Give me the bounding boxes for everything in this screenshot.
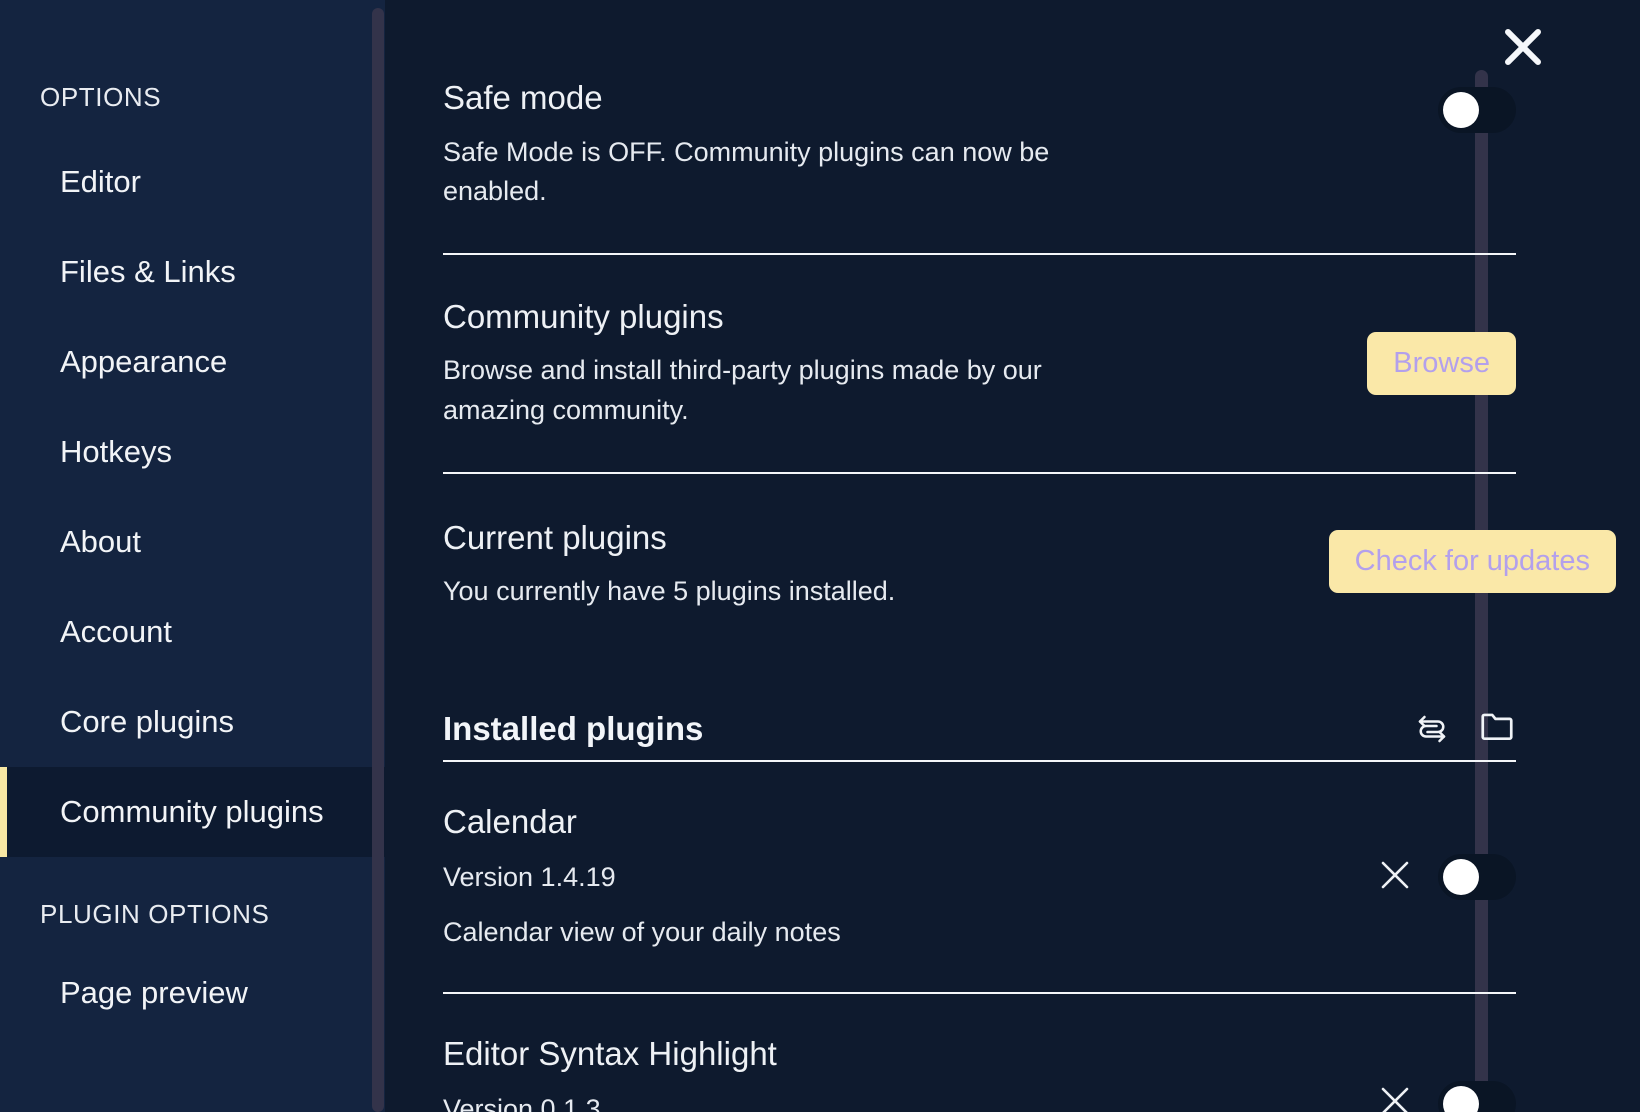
plugin-info: Calendar Version 1.4.19 Calendar view of… xyxy=(443,802,841,952)
plugin-name: Calendar xyxy=(443,802,841,842)
sidebar-item-about[interactable]: About xyxy=(0,497,385,587)
toggle-knob xyxy=(1443,859,1479,895)
plugin-info: Editor Syntax Highlight Version 0.1.3 xyxy=(443,1034,777,1112)
sidebar-item-label: Appearance xyxy=(60,344,227,380)
plugin-version: Version 1.4.19 xyxy=(443,858,841,897)
community-plugins-description: Browse and install third-party plugins m… xyxy=(443,351,1123,429)
setting-row-current-plugins: Current plugins You currently have 5 plu… xyxy=(443,518,1640,612)
installed-plugins-title: Installed plugins xyxy=(443,710,703,748)
sidebar-item-core-plugins[interactable]: Core plugins xyxy=(0,677,385,767)
sidebar-item-label: Community plugins xyxy=(60,794,324,830)
toggle-knob xyxy=(1443,1086,1479,1112)
installed-plugins-header: Installed plugins xyxy=(443,707,1640,750)
plugin-controls xyxy=(1378,854,1516,900)
plugin-controls xyxy=(1378,1081,1516,1112)
current-plugins-title: Current plugins xyxy=(443,518,895,558)
close-x-icon[interactable] xyxy=(1378,858,1412,897)
settings-content: Safe mode Safe Mode is OFF. Community pl… xyxy=(385,0,1640,1112)
setting-row-community-plugins: Community plugins Browse and install thi… xyxy=(443,297,1640,430)
sidebar-item-account[interactable]: Account xyxy=(0,587,385,677)
installed-plugins-actions xyxy=(1414,707,1516,750)
current-plugins-text: Current plugins You currently have 5 plu… xyxy=(443,518,895,612)
check-for-updates-button[interactable]: Check for updates xyxy=(1329,530,1616,593)
sidebar-item-label: Core plugins xyxy=(60,704,234,740)
sidebar-section-title-plugin-options: PLUGIN OPTIONS xyxy=(0,899,385,930)
reload-icon[interactable] xyxy=(1414,708,1450,749)
settings-scroll-area: Safe mode Safe Mode is OFF. Community pl… xyxy=(385,0,1640,1112)
sidebar-item-label: About xyxy=(60,524,141,560)
sidebar-item-page-preview[interactable]: Page preview xyxy=(0,948,385,1038)
sidebar-item-label: Page preview xyxy=(60,975,248,1011)
sidebar-item-files-and-links[interactable]: Files & Links xyxy=(0,227,385,317)
sidebar-scrollbar[interactable] xyxy=(372,8,384,1112)
plugin-row-editor-syntax-highlight: Editor Syntax Highlight Version 0.1.3 xyxy=(443,1034,1640,1112)
current-plugins-description: You currently have 5 plugins installed. xyxy=(443,572,895,611)
plugin-description: Calendar view of your daily notes xyxy=(443,913,841,952)
sidebar-item-label: Files & Links xyxy=(60,254,236,290)
sidebar-item-label: Hotkeys xyxy=(60,434,172,470)
divider xyxy=(443,992,1516,994)
settings-modal: OPTIONS Editor Files & Links Appearance … xyxy=(0,0,1640,1112)
setting-row-safe-mode: Safe mode Safe Mode is OFF. Community pl… xyxy=(443,78,1640,211)
installed-plugins-underline xyxy=(443,760,1516,762)
safe-mode-description: Safe Mode is OFF. Community plugins can … xyxy=(443,133,1143,211)
folder-icon[interactable] xyxy=(1478,707,1516,750)
plugin-toggle[interactable] xyxy=(1438,854,1516,900)
close-icon[interactable] xyxy=(1502,26,1544,68)
sidebar-item-label: Editor xyxy=(60,164,141,200)
plugin-toggle[interactable] xyxy=(1438,1081,1516,1112)
plugin-name: Editor Syntax Highlight xyxy=(443,1034,777,1074)
community-plugins-text: Community plugins Browse and install thi… xyxy=(443,297,1123,430)
browse-button[interactable]: Browse xyxy=(1367,332,1516,395)
safe-mode-toggle[interactable] xyxy=(1438,87,1516,133)
settings-sidebar: OPTIONS Editor Files & Links Appearance … xyxy=(0,0,385,1112)
community-plugins-title: Community plugins xyxy=(443,297,1123,337)
sidebar-item-hotkeys[interactable]: Hotkeys xyxy=(0,407,385,497)
safe-mode-title: Safe mode xyxy=(443,78,1143,118)
close-x-icon[interactable] xyxy=(1378,1084,1412,1112)
sidebar-section-title-options: OPTIONS xyxy=(0,82,385,113)
divider xyxy=(443,253,1516,255)
toggle-knob xyxy=(1443,92,1479,128)
sidebar-item-appearance[interactable]: Appearance xyxy=(0,317,385,407)
plugin-row-calendar: Calendar Version 1.4.19 Calendar view of… xyxy=(443,802,1640,952)
sidebar-item-editor[interactable]: Editor xyxy=(0,137,385,227)
sidebar-item-community-plugins[interactable]: Community plugins xyxy=(0,767,385,857)
plugin-version: Version 0.1.3 xyxy=(443,1090,777,1112)
divider xyxy=(443,472,1516,474)
sidebar-item-label: Account xyxy=(60,614,172,650)
safe-mode-text: Safe mode Safe Mode is OFF. Community pl… xyxy=(443,78,1143,211)
